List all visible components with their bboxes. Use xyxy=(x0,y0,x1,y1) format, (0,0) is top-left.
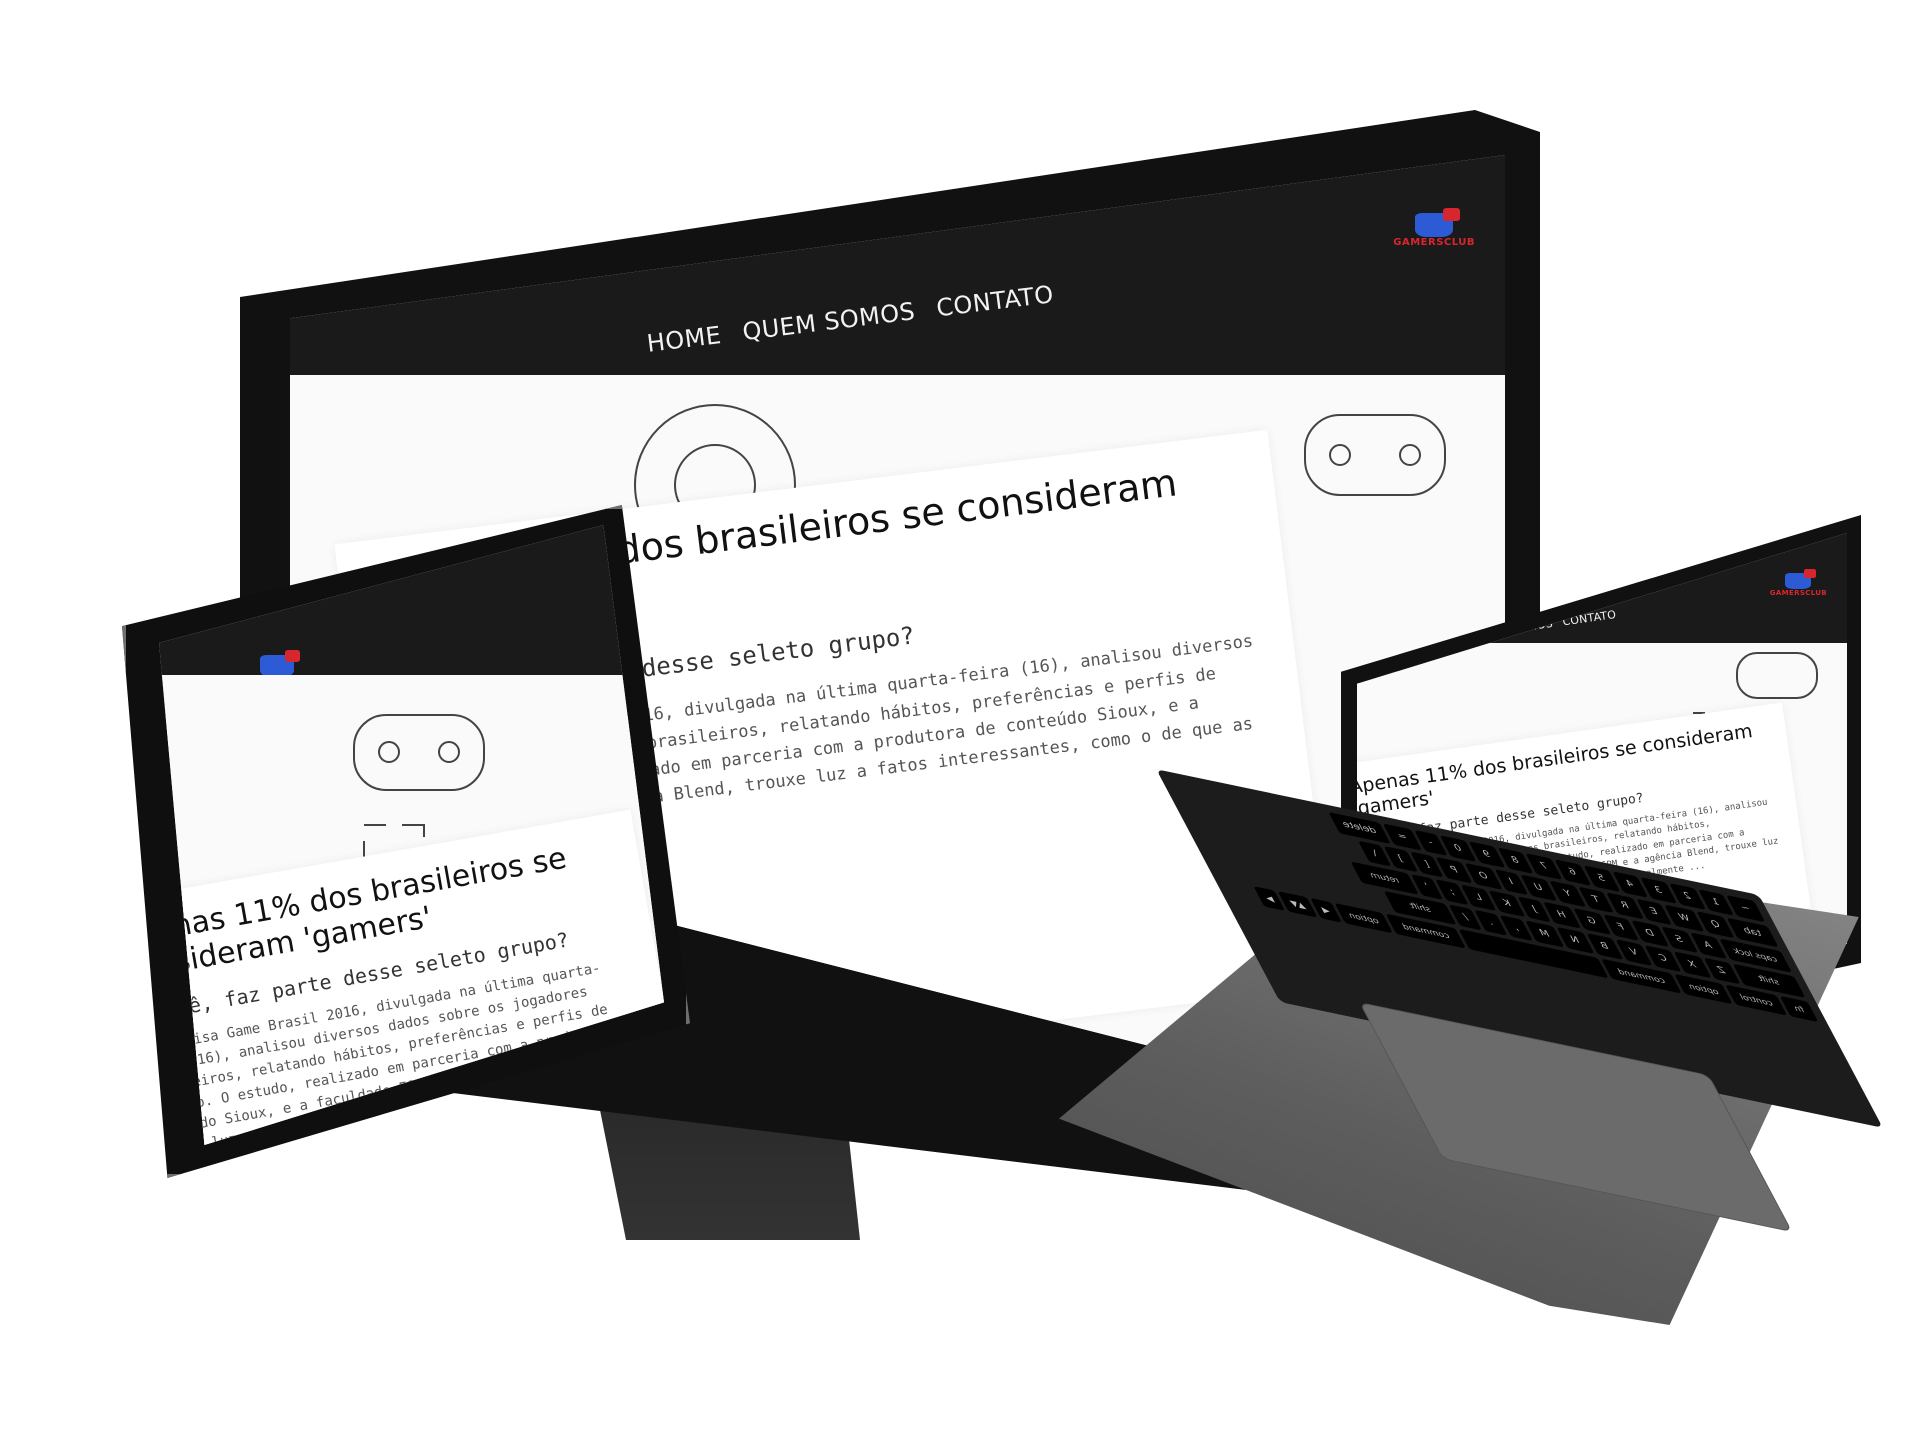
key[interactable]: I xyxy=(1494,869,1528,896)
key[interactable]: ; xyxy=(1435,879,1470,906)
key[interactable]: L xyxy=(1461,884,1497,912)
gamepad-logo-icon xyxy=(260,655,294,677)
mirrored-mockup-stage: GAMERSCLUB HOME QUEM SOMOS CONTATO dos b… xyxy=(0,0,1920,1440)
nav-home[interactable]: HOME xyxy=(645,321,723,358)
monitor-logo[interactable]: GAMERSCLUB xyxy=(1393,213,1475,248)
gamepad-logo-icon xyxy=(1785,573,1811,589)
nav-quem-somos[interactable]: QUEM SOMOS xyxy=(741,297,917,346)
monitor-nav: HOME QUEM SOMOS CONTATO xyxy=(645,280,1055,358)
key[interactable]: ' xyxy=(1410,874,1444,900)
monitor-logo-text: GAMERSCLUB xyxy=(1393,237,1475,248)
key[interactable]: J xyxy=(1517,896,1551,923)
key[interactable]: ] xyxy=(1384,846,1419,873)
key[interactable]: [ xyxy=(1410,851,1445,878)
laptop-logo-text: GAMERSCLUB xyxy=(1769,589,1827,597)
arrow-left-key[interactable]: ◀ xyxy=(1309,897,1342,923)
gamepad-logo-icon xyxy=(1415,213,1453,237)
arrow-right-key[interactable]: ▶ xyxy=(1253,886,1286,911)
nav-contato[interactable]: CONTATO xyxy=(935,280,1055,322)
arrow-up-down-key[interactable]: ▲▼ xyxy=(1278,891,1318,918)
laptop-logo[interactable]: GAMERSCLUB xyxy=(1770,573,1827,597)
key[interactable]: / xyxy=(1449,904,1483,931)
key[interactable]: fn xyxy=(1779,995,1819,1023)
key[interactable]: - xyxy=(1414,829,1448,856)
laptop: GAMERSCLUB HOME QUEM SOMOS CONTATO xyxy=(1059,515,1919,1355)
tablet: GAMERSCLUB Apenas 11% dos brasileiros se… xyxy=(130,505,690,1170)
key[interactable]: . xyxy=(1474,909,1508,936)
key[interactable]: \ xyxy=(1358,840,1392,867)
key[interactable]: P xyxy=(1436,856,1473,884)
key[interactable]: F xyxy=(1603,914,1639,941)
key[interactable]: , xyxy=(1500,915,1534,942)
key[interactable]: T xyxy=(1578,886,1615,914)
